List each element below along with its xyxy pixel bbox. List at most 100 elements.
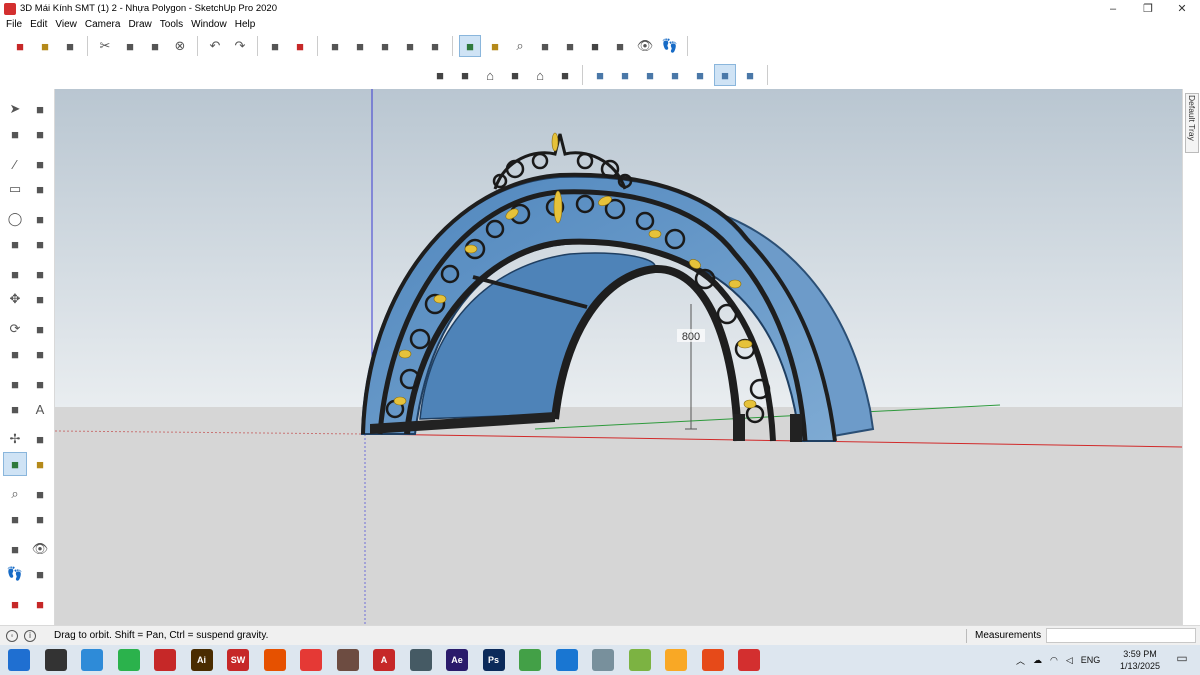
paint-bucket-icon[interactable]: ■ bbox=[4, 123, 26, 145]
front-view-icon[interactable]: ⌂ bbox=[480, 65, 500, 85]
walk-tool-icon[interactable]: 👣 bbox=[4, 563, 26, 585]
3d-text-icon[interactable]: ■ bbox=[29, 428, 51, 450]
illustrator-icon[interactable]: Ai bbox=[190, 649, 213, 671]
zoom-tool-icon[interactable]: ⌕ bbox=[4, 483, 26, 505]
section-plane-icon[interactable]: ■ bbox=[29, 563, 51, 585]
autocad-icon[interactable]: A bbox=[373, 649, 395, 671]
make-component-icon[interactable]: ■ bbox=[325, 36, 345, 56]
after-effects-icon[interactable]: Ae bbox=[446, 649, 468, 671]
warehouse-icon[interactable]: ■ bbox=[4, 593, 26, 615]
shaded-icon[interactable]: ■ bbox=[690, 65, 710, 85]
zoom-extents-tool-icon[interactable]: ■ bbox=[4, 508, 26, 530]
cloud-icon[interactable]: ☁ bbox=[1033, 655, 1042, 666]
position-camera-tool-icon[interactable]: ■ bbox=[4, 538, 26, 560]
look-around-icon[interactable]: 👁 bbox=[635, 36, 655, 56]
cut-icon[interactable]: ✂ bbox=[95, 36, 115, 56]
move-icon[interactable]: ✥ bbox=[4, 288, 26, 310]
scale-icon[interactable]: ■ bbox=[4, 343, 26, 365]
menu-draw[interactable]: Draw bbox=[124, 19, 155, 30]
rotate-icon[interactable]: ⟳ bbox=[4, 318, 26, 340]
model-viewport[interactable]: 800 bbox=[55, 89, 1182, 625]
orbit-icon[interactable]: ■ bbox=[459, 35, 481, 57]
menu-file[interactable]: File bbox=[2, 19, 26, 30]
orbit-tool-icon[interactable]: ■ bbox=[3, 452, 27, 476]
monochrome-icon[interactable]: ■ bbox=[740, 65, 760, 85]
app-icon-6[interactable] bbox=[519, 649, 541, 671]
calculator-icon[interactable] bbox=[409, 649, 432, 671]
paste-icon[interactable]: ■ bbox=[145, 36, 165, 56]
instructor-icon[interactable]: i bbox=[24, 629, 36, 642]
hidden-line-icon[interactable]: ■ bbox=[665, 65, 685, 85]
wireframe-icon[interactable]: ■ bbox=[640, 65, 660, 85]
solidworks-icon[interactable]: SW bbox=[227, 649, 249, 671]
app-icon-9[interactable] bbox=[701, 649, 724, 671]
tape-measure-icon[interactable]: ■ bbox=[4, 373, 26, 395]
geo-location-icon[interactable]: ◦ bbox=[6, 629, 18, 642]
previous-tool-icon[interactable]: ■ bbox=[29, 508, 51, 530]
model-info-icon[interactable]: ■ bbox=[290, 36, 310, 56]
component-icon-5[interactable]: ■ bbox=[425, 36, 445, 56]
zoom-extents-icon[interactable]: ■ bbox=[560, 36, 580, 56]
component-icon-4[interactable]: ■ bbox=[400, 36, 420, 56]
app-icon-8[interactable] bbox=[628, 649, 651, 671]
zoom-window-tool-icon[interactable]: ■ bbox=[29, 483, 51, 505]
app-icon-1[interactable] bbox=[81, 649, 103, 671]
menu-view[interactable]: View bbox=[51, 19, 81, 30]
file-explorer-icon[interactable] bbox=[665, 649, 687, 671]
language-indicator[interactable]: ENG bbox=[1081, 655, 1101, 665]
look-around-tool-icon[interactable]: 👁 bbox=[29, 538, 51, 560]
open-icon[interactable]: ■ bbox=[35, 36, 55, 56]
back-view-icon[interactable]: ⌂ bbox=[530, 65, 550, 85]
arc-icon[interactable]: ■ bbox=[4, 233, 26, 255]
component-icon-2[interactable]: ■ bbox=[350, 36, 370, 56]
shaded-textures-icon[interactable]: ■ bbox=[714, 64, 736, 86]
volume-icon[interactable]: ◁ bbox=[1066, 655, 1073, 666]
xray-icon[interactable]: ■ bbox=[590, 65, 610, 85]
restore-button[interactable]: ❐ bbox=[1130, 0, 1166, 17]
top-view-icon[interactable]: ■ bbox=[455, 65, 475, 85]
three-point-arc-icon[interactable]: ■ bbox=[4, 263, 26, 285]
minimize-button[interactable]: – bbox=[1095, 0, 1131, 17]
line-icon[interactable]: ∕ bbox=[4, 153, 26, 175]
notification-icon[interactable]: ▭ bbox=[1172, 651, 1192, 669]
axes-icon[interactable]: ✢ bbox=[4, 428, 26, 450]
undo-icon[interactable]: ↶ bbox=[205, 36, 225, 56]
dimension-icon[interactable]: ■ bbox=[29, 373, 51, 395]
previous-view-icon[interactable]: ■ bbox=[585, 36, 605, 56]
menu-tools[interactable]: Tools bbox=[156, 19, 187, 30]
menu-help[interactable]: Help bbox=[231, 19, 260, 30]
menu-camera[interactable]: Camera bbox=[81, 19, 125, 30]
scene-canvas[interactable]: 800 bbox=[55, 89, 1182, 625]
app-icon-4[interactable] bbox=[263, 649, 286, 671]
erase-icon[interactable]: ⊗ bbox=[170, 36, 190, 56]
back-edges-icon[interactable]: ■ bbox=[615, 65, 635, 85]
menu-edit[interactable]: Edit bbox=[26, 19, 51, 30]
edge-icon[interactable] bbox=[555, 649, 578, 671]
photoshop-icon[interactable]: Ps bbox=[482, 649, 505, 671]
zoom-icon[interactable]: ⌕ bbox=[510, 36, 530, 56]
search-icon[interactable] bbox=[44, 649, 67, 671]
freehand-icon[interactable]: ■ bbox=[29, 153, 51, 175]
app-icon-5[interactable] bbox=[336, 649, 359, 671]
polygon-icon[interactable]: ■ bbox=[29, 208, 51, 230]
position-camera-icon[interactable]: ■ bbox=[610, 36, 630, 56]
print-icon[interactable]: ■ bbox=[265, 36, 285, 56]
dimension-label[interactable]: 800 bbox=[682, 331, 700, 343]
pie-icon[interactable]: ■ bbox=[29, 263, 51, 285]
circle-icon[interactable]: ◯ bbox=[4, 208, 26, 230]
extension-icon[interactable]: ■ bbox=[29, 593, 51, 615]
sketchup-taskbar-icon[interactable] bbox=[738, 649, 760, 671]
left-view-icon[interactable]: ■ bbox=[555, 65, 575, 85]
offset-icon[interactable]: ■ bbox=[29, 343, 51, 365]
windows-start-icon[interactable] bbox=[8, 649, 30, 671]
push-pull-icon[interactable]: ■ bbox=[29, 288, 51, 310]
pan-icon[interactable]: ■ bbox=[485, 36, 505, 56]
save-icon[interactable]: ■ bbox=[60, 36, 80, 56]
pan-tool-icon[interactable]: ■ bbox=[29, 453, 51, 475]
redo-icon[interactable]: ↷ bbox=[230, 36, 250, 56]
two-point-arc-icon[interactable]: ■ bbox=[29, 233, 51, 255]
zoom-window-icon[interactable]: ■ bbox=[535, 36, 555, 56]
iso-view-icon[interactable]: ■ bbox=[430, 65, 450, 85]
rotated-rectangle-icon[interactable]: ■ bbox=[29, 178, 51, 200]
chrome-icon[interactable] bbox=[300, 649, 322, 671]
